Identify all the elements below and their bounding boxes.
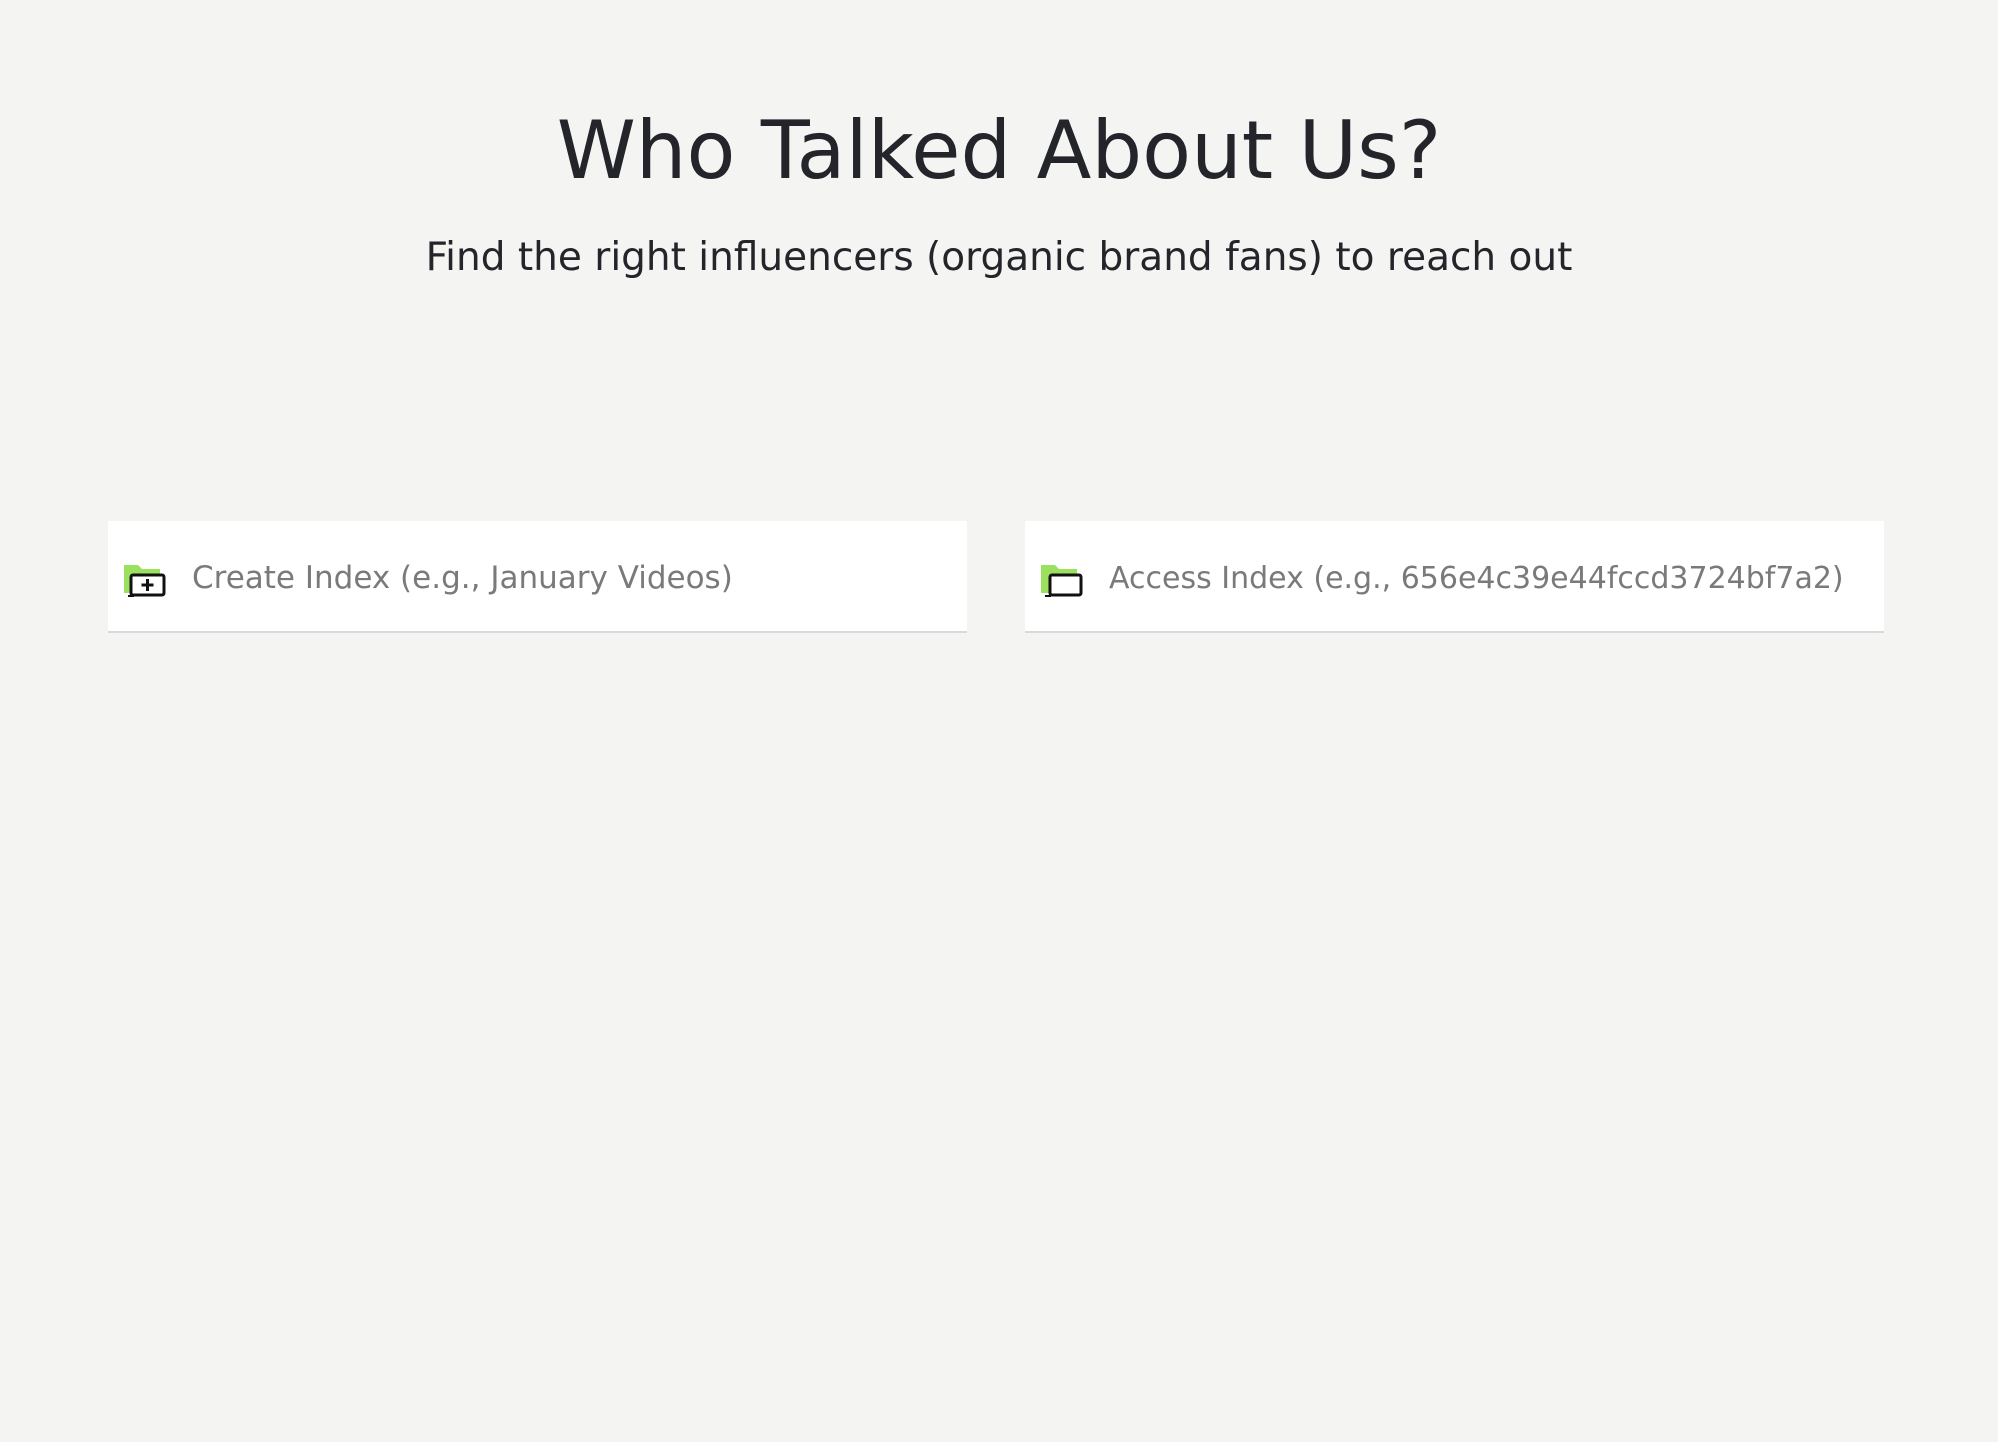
page-title: Who Talked About Us? — [556, 104, 1442, 197]
create-index-field[interactable] — [108, 521, 967, 633]
folder-add-icon — [124, 565, 166, 597]
access-index-input[interactable] — [1109, 560, 1869, 596]
folder-open-icon — [1041, 565, 1083, 597]
create-index-input[interactable] — [192, 560, 952, 596]
page-subtitle: Find the right influencers (organic bran… — [425, 235, 1573, 280]
access-index-field[interactable] — [1025, 521, 1884, 633]
